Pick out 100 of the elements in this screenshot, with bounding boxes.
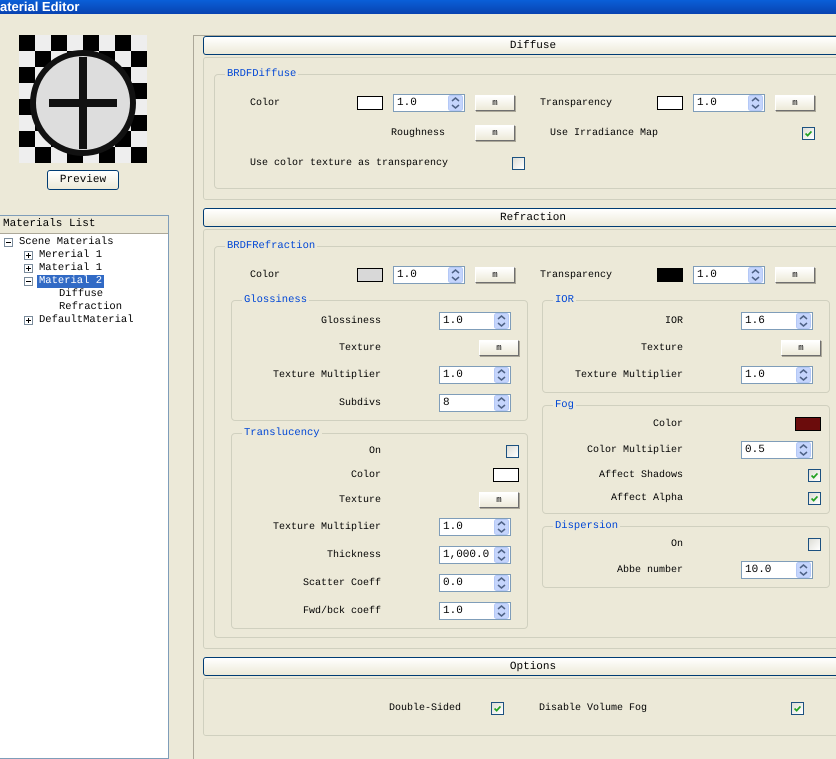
- color-swatch[interactable]: [357, 268, 383, 282]
- field-label: Texture Multiplier: [272, 522, 381, 532]
- tree-item[interactable]: Diffuse: [57, 288, 106, 301]
- tree-item[interactable]: Mererial 1: [37, 249, 104, 262]
- field-label: Texture Multiplier: [272, 370, 381, 380]
- expand-icon[interactable]: [24, 251, 33, 260]
- spin-arrows-icon[interactable]: [748, 95, 763, 111]
- color-swatch[interactable]: [657, 268, 683, 282]
- collapse-icon[interactable]: [24, 277, 33, 286]
- spin-arrows-icon[interactable]: [494, 395, 509, 411]
- checkbox[interactable]: [791, 702, 804, 714]
- spin-arrows-icon[interactable]: [494, 367, 509, 383]
- checkbox[interactable]: [512, 156, 525, 170]
- spin-field[interactable]: 8: [439, 394, 511, 412]
- spin-arrows-icon[interactable]: [796, 562, 811, 578]
- spin-field[interactable]: 10.0: [741, 561, 813, 579]
- group-title: Fog: [554, 399, 575, 411]
- group-title: Dispersion: [554, 520, 620, 532]
- preview-button[interactable]: Preview: [47, 170, 119, 190]
- spin-field[interactable]: 1.0: [439, 312, 511, 330]
- map-button[interactable]: m: [475, 267, 515, 283]
- spin-arrows-icon[interactable]: [494, 519, 509, 535]
- field-label: Use Irradiance Map: [549, 128, 660, 138]
- spin-arrows-icon[interactable]: [796, 367, 811, 383]
- tree-item[interactable]: Material 2: [37, 275, 104, 288]
- checkbox[interactable]: [802, 126, 815, 140]
- checkbox[interactable]: [491, 702, 504, 714]
- map-button[interactable]: m: [479, 492, 519, 508]
- field-label: Transparency: [539, 270, 614, 280]
- tree-item[interactable]: DefaultMaterial: [37, 314, 136, 327]
- map-button[interactable]: m: [781, 340, 821, 356]
- field-label: On: [670, 539, 683, 550]
- checkbox[interactable]: [808, 492, 821, 505]
- section-header[interactable]: Diffuse: [203, 36, 836, 55]
- field-label: Color: [350, 470, 381, 480]
- window-title: aterial Editor: [0, 0, 80, 14]
- checkbox[interactable]: [808, 538, 821, 551]
- spin-arrows-icon[interactable]: [448, 267, 463, 283]
- spin-field[interactable]: 1.0: [439, 602, 511, 620]
- spin-arrows-icon[interactable]: [796, 442, 811, 458]
- section-header[interactable]: Options: [203, 657, 836, 676]
- spin-arrows-icon[interactable]: [494, 603, 509, 619]
- field-label: Texture: [338, 342, 381, 354]
- checkbox[interactable]: [808, 469, 821, 482]
- spin-field[interactable]: 0.5: [741, 441, 813, 459]
- spin-arrows-icon[interactable]: [494, 547, 509, 563]
- group-title: BRDFRefraction: [226, 240, 316, 252]
- color-swatch[interactable]: [795, 417, 821, 431]
- map-button[interactable]: m: [475, 95, 515, 111]
- checkbox[interactable]: [506, 445, 519, 458]
- spin-field[interactable]: 1.0: [393, 94, 465, 112]
- spin-field[interactable]: 1.6: [741, 312, 813, 330]
- collapse-icon[interactable]: [4, 238, 13, 247]
- field-label: Thickness: [326, 550, 381, 560]
- field-label: Color: [249, 270, 282, 280]
- group-title: Translucency: [243, 427, 321, 439]
- field-label: Use color texture as transparency: [249, 158, 450, 168]
- field-label: Subdivs: [338, 398, 381, 408]
- field-label: On: [368, 446, 381, 457]
- expand-icon[interactable]: [24, 316, 33, 325]
- tree-item[interactable]: Material 1: [37, 262, 104, 275]
- section-header[interactable]: Refraction: [203, 208, 836, 227]
- field-label: Texture Multiplier: [574, 370, 683, 380]
- spin-field[interactable]: 1.0: [693, 94, 765, 112]
- field-label: Roughness: [390, 128, 446, 138]
- spin-field[interactable]: 1,000.0: [439, 546, 511, 564]
- spin-arrows-icon[interactable]: [494, 575, 509, 591]
- field-label: Fwd/bck coeff: [302, 606, 381, 616]
- spin-arrows-icon[interactable]: [796, 313, 811, 329]
- field-label: Texture: [640, 342, 683, 354]
- spin-field[interactable]: 1.0: [393, 266, 465, 284]
- field-label: Transparency: [539, 98, 614, 108]
- map-button[interactable]: m: [775, 95, 815, 111]
- group-title: IOR: [554, 294, 575, 306]
- field-label: Affect Shadows: [598, 470, 683, 481]
- color-swatch[interactable]: [657, 96, 683, 110]
- expand-icon[interactable]: [24, 264, 33, 273]
- list-header: Materials List: [0, 216, 168, 234]
- spin-field[interactable]: 0.0: [439, 574, 511, 592]
- field-label: Color: [249, 98, 282, 108]
- spin-field[interactable]: 1.0: [439, 518, 511, 536]
- color-swatch[interactable]: [493, 468, 519, 482]
- spin-field[interactable]: 1.0: [741, 366, 813, 384]
- field-label: Abbe number: [616, 564, 683, 576]
- map-button[interactable]: m: [479, 340, 519, 356]
- spin-arrows-icon[interactable]: [448, 95, 463, 111]
- group-title: BRDFDiffuse: [226, 68, 298, 80]
- field-label: Color: [652, 418, 683, 430]
- spin-arrows-icon[interactable]: [748, 267, 763, 283]
- field-label: Double-Sided: [388, 702, 462, 714]
- color-swatch[interactable]: [357, 96, 383, 110]
- tree-item[interactable]: Scene Materials: [17, 236, 116, 249]
- field-label: Affect Alpha: [610, 493, 683, 504]
- spin-field[interactable]: 1.0: [439, 366, 511, 384]
- tree-item[interactable]: Refraction: [57, 301, 124, 314]
- field-label: Glossiness: [320, 316, 381, 326]
- spin-arrows-icon[interactable]: [494, 313, 509, 329]
- map-button[interactable]: m: [775, 267, 815, 283]
- map-button[interactable]: m: [475, 125, 515, 141]
- spin-field[interactable]: 1.0: [693, 266, 765, 284]
